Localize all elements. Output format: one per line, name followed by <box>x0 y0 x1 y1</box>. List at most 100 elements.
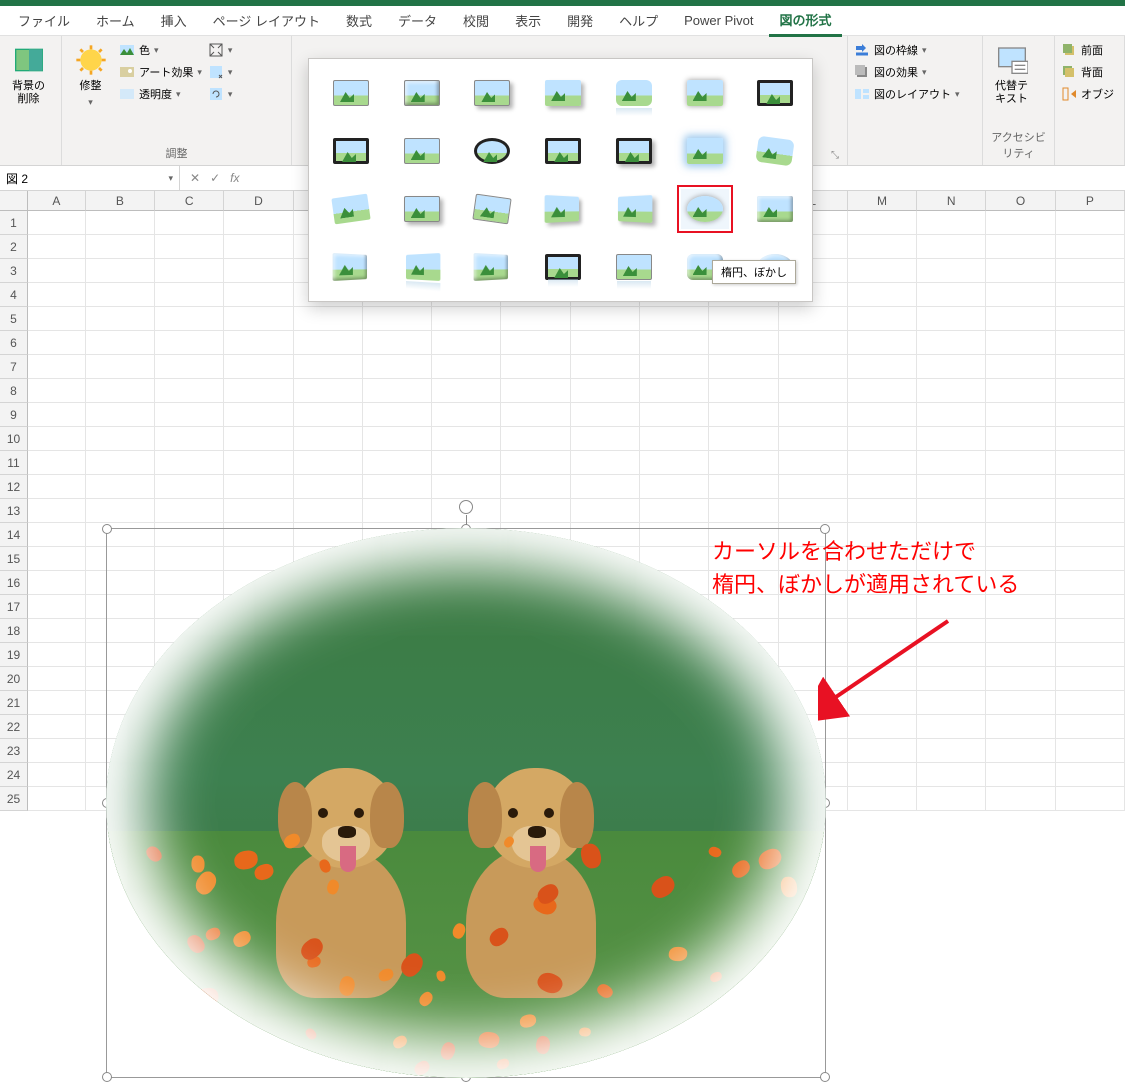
cell[interactable] <box>779 307 848 331</box>
cell[interactable] <box>28 451 86 475</box>
cell[interactable] <box>86 283 155 307</box>
picture-layout-button[interactable]: 図のレイアウト ▾ <box>854 84 960 104</box>
cell[interactable] <box>432 307 501 331</box>
cell[interactable] <box>363 499 432 523</box>
tab-page-layout[interactable]: ページ レイアウト <box>203 6 330 35</box>
row-header-14[interactable]: 14 <box>0 523 28 547</box>
cell[interactable] <box>986 211 1055 235</box>
picture-style-perspective-right[interactable] <box>610 189 658 229</box>
cell[interactable] <box>28 787 86 811</box>
name-box-input[interactable] <box>6 171 168 185</box>
picture-style-snip-diagonal[interactable] <box>327 189 375 229</box>
cell[interactable] <box>294 475 363 499</box>
tab-view[interactable]: 表示 <box>505 6 551 35</box>
picture-style-reflected-persp[interactable] <box>398 247 446 287</box>
picture-style-reflected-rounded[interactable] <box>610 73 658 113</box>
cell[interactable] <box>848 739 917 763</box>
cell[interactable] <box>224 475 293 499</box>
cell[interactable] <box>917 379 986 403</box>
tab-power-pivot[interactable]: Power Pivot <box>674 8 763 33</box>
cell[interactable] <box>363 451 432 475</box>
picture-style-center-shadow[interactable] <box>681 131 729 171</box>
cell[interactable] <box>1056 283 1125 307</box>
bring-forward-button[interactable]: 前面 <box>1061 40 1114 60</box>
tab-review[interactable]: 校閲 <box>453 6 499 35</box>
cell[interactable] <box>640 403 709 427</box>
cell[interactable] <box>1056 547 1125 571</box>
cell[interactable] <box>917 763 986 787</box>
column-header-N[interactable]: N <box>917 191 986 211</box>
picture-style-compound-black[interactable] <box>539 131 587 171</box>
enter-formula-icon[interactable]: ✓ <box>210 171 220 185</box>
cell[interactable] <box>848 211 917 235</box>
cell[interactable] <box>571 451 640 475</box>
cell[interactable] <box>986 283 1055 307</box>
picture-style-moderate-black[interactable] <box>610 131 658 171</box>
cell[interactable] <box>640 355 709 379</box>
cell[interactable] <box>363 331 432 355</box>
cell[interactable] <box>779 403 848 427</box>
picture-style-bevel-persp[interactable] <box>327 247 375 287</box>
cell[interactable] <box>28 475 86 499</box>
cell[interactable] <box>917 355 986 379</box>
cell[interactable] <box>917 307 986 331</box>
cell[interactable] <box>640 499 709 523</box>
cell[interactable] <box>986 427 1055 451</box>
cell[interactable] <box>709 499 778 523</box>
cell[interactable] <box>917 427 986 451</box>
row-header-7[interactable]: 7 <box>0 355 28 379</box>
cell[interactable] <box>848 451 917 475</box>
cell[interactable] <box>155 307 224 331</box>
cell[interactable] <box>224 403 293 427</box>
cell[interactable] <box>1056 619 1125 643</box>
cell[interactable] <box>1056 523 1125 547</box>
cell[interactable] <box>1056 403 1125 427</box>
cell[interactable] <box>640 475 709 499</box>
cell[interactable] <box>86 331 155 355</box>
cell[interactable] <box>986 403 1055 427</box>
row-header-21[interactable]: 21 <box>0 691 28 715</box>
picture-border-button[interactable]: 図の枠線 ▾ <box>854 40 960 60</box>
cell[interactable] <box>1056 379 1125 403</box>
cell[interactable] <box>1056 427 1125 451</box>
cell[interactable] <box>1056 259 1125 283</box>
cell[interactable] <box>986 763 1055 787</box>
cell[interactable] <box>848 307 917 331</box>
cell[interactable] <box>779 499 848 523</box>
cell[interactable] <box>1056 739 1125 763</box>
cell[interactable] <box>432 451 501 475</box>
row-header-13[interactable]: 13 <box>0 499 28 523</box>
column-header-P[interactable]: P <box>1056 191 1125 211</box>
picture-style-drop-shadow[interactable] <box>539 73 587 113</box>
cell[interactable] <box>779 475 848 499</box>
cell[interactable] <box>1056 211 1125 235</box>
cell[interactable] <box>986 259 1055 283</box>
cell[interactable] <box>640 307 709 331</box>
reset-picture-button[interactable]: ▾ <box>208 84 233 104</box>
remove-background-button[interactable]: 背景の 削除 <box>6 40 51 110</box>
cell[interactable] <box>640 331 709 355</box>
cell[interactable] <box>917 499 986 523</box>
picture-style-double-frame-black[interactable] <box>751 73 799 113</box>
tab-help[interactable]: ヘルプ <box>609 6 668 35</box>
column-header-O[interactable]: O <box>986 191 1055 211</box>
row-header-3[interactable]: 3 <box>0 259 28 283</box>
cell[interactable] <box>501 307 570 331</box>
cell[interactable] <box>224 355 293 379</box>
cell[interactable] <box>1056 691 1125 715</box>
cell[interactable] <box>86 451 155 475</box>
resize-handle-tl[interactable] <box>102 524 112 534</box>
cell[interactable] <box>1056 451 1125 475</box>
cell[interactable] <box>86 211 155 235</box>
cell[interactable] <box>224 211 293 235</box>
cell[interactable] <box>848 787 917 811</box>
row-header-2[interactable]: 2 <box>0 235 28 259</box>
picture-style-rotated-white[interactable] <box>468 189 516 229</box>
cell[interactable] <box>986 667 1055 691</box>
tab-developer[interactable]: 開発 <box>557 6 603 35</box>
cell[interactable] <box>640 451 709 475</box>
cell[interactable] <box>917 787 986 811</box>
cell[interactable] <box>155 475 224 499</box>
cell[interactable] <box>571 307 640 331</box>
cell[interactable] <box>709 451 778 475</box>
